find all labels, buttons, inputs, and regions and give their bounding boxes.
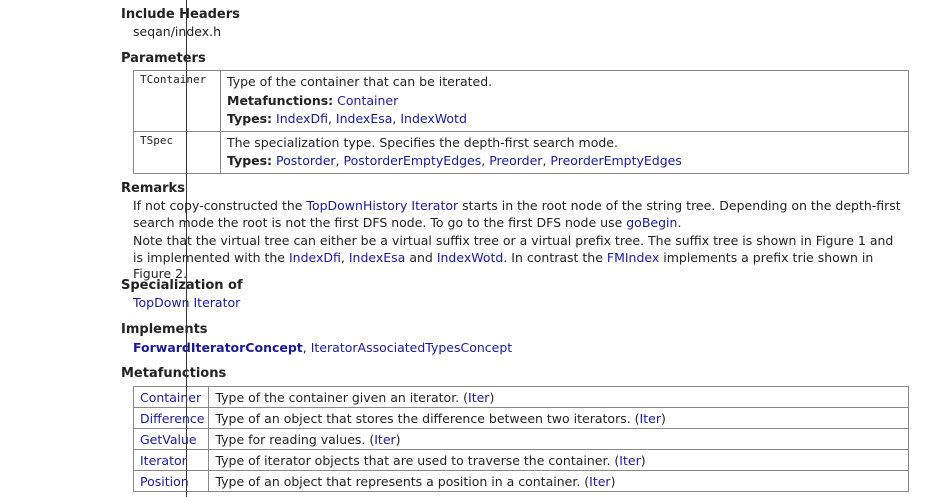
- remarks-paragraph-1: If not copy-constructed the TopDownHisto…: [133, 198, 903, 231]
- type-link-indexesa[interactable]: IndexEsa: [336, 111, 392, 126]
- metafunction-link-iterator[interactable]: Iterator: [140, 453, 187, 468]
- specialization-title: Specialization of: [121, 278, 243, 293]
- remarks-text: ,: [340, 249, 349, 265]
- metafunction-link-position[interactable]: Position: [140, 474, 189, 489]
- implements-separator: ,: [302, 340, 311, 355]
- implements-body: ForwardIteratorConcept, IteratorAssociat…: [133, 340, 512, 355]
- parameter-name: TSpec: [133, 130, 221, 174]
- metafunction-text: Type of the container given an iterator.…: [215, 389, 469, 405]
- iter-link[interactable]: Iter: [640, 411, 661, 426]
- metafunction-row: Position Type of an object that represen…: [132, 470, 909, 492]
- metafunctions-label: Metafunctions:: [227, 92, 334, 108]
- metafunction-description: Type of iterator objects that are used t…: [208, 449, 909, 471]
- metafunction-row: Iterator Type of iterator objects that a…: [132, 449, 909, 471]
- metafunction-row: Difference Type of an object that stores…: [132, 407, 909, 429]
- type-link-preorderemptyedges[interactable]: PreorderEmptyEdges: [550, 153, 681, 168]
- type-link-indexdfi[interactable]: IndexDfi: [276, 111, 328, 126]
- include-headers-title: Include Headers: [121, 7, 240, 22]
- parameter-description: The specialization type. Specifies the d…: [227, 134, 618, 150]
- metafunction-row: GetValue Type for reading values. (Iter): [132, 428, 909, 450]
- remarks-text: If not copy-constructed the: [133, 198, 307, 213]
- parameter-description-cell: The specialization type. Specifies the d…: [220, 130, 909, 174]
- metafunction-text: ): [395, 431, 401, 447]
- fmindex-link[interactable]: FMIndex: [607, 250, 659, 265]
- type-link-postorder[interactable]: Postorder: [276, 153, 336, 168]
- metafunction-text: Type of iterator objects that are used t…: [215, 452, 620, 468]
- parameters-table: TContainer Type of the container that ca…: [133, 70, 909, 174]
- parameter-metafunctions: Metafunctions: Container: [227, 92, 902, 111]
- metafunction-text: Type of an object that represents a posi…: [215, 473, 590, 489]
- remarks-paragraph-2: Note that the virtual tree can either be…: [133, 233, 903, 283]
- implements-title: Implements: [121, 322, 208, 337]
- type-link-indexwotd[interactable]: IndexWotd: [400, 111, 467, 126]
- parameter-types: Types: IndexDfi, IndexEsa, IndexWotd: [227, 111, 467, 126]
- metafunction-link-difference[interactable]: Difference: [140, 411, 204, 426]
- topdownhistory-iterator-link[interactable]: TopDownHistory Iterator: [306, 198, 458, 213]
- iter-link[interactable]: Iter: [374, 432, 395, 447]
- indexesa-link[interactable]: IndexEsa: [349, 250, 405, 265]
- metafunction-text: Type of an object that stores the differ…: [215, 410, 640, 426]
- iter-link[interactable]: Iter: [619, 453, 640, 468]
- iter-link[interactable]: Iter: [589, 474, 610, 489]
- parameter-name: TContainer: [133, 70, 221, 132]
- metafunction-text: Type for reading values. (: [215, 431, 375, 447]
- include-header-file: seqan/index.h: [133, 24, 222, 39]
- parameter-row-tspec: TSpec The specialization type. Specifies…: [133, 130, 909, 174]
- iter-link[interactable]: Iter: [468, 390, 489, 405]
- metafunction-description: Type of an object that stores the differ…: [208, 407, 909, 429]
- indexdfi-link[interactable]: IndexDfi: [289, 250, 341, 265]
- parameters-title: Parameters: [121, 51, 206, 66]
- metafunctions-title: Metafunctions: [121, 366, 227, 381]
- metafunction-text: ): [640, 452, 646, 468]
- vertical-guide-line: [186, 0, 187, 497]
- parameter-row-tcontainer: TContainer Type of the container that ca…: [133, 70, 909, 132]
- iterator-associated-types-concept-link[interactable]: IteratorAssociatedTypesConcept: [311, 340, 512, 355]
- metafunction-link-container[interactable]: Container: [337, 93, 398, 108]
- parameter-description: Type of the container that can be iterat…: [227, 74, 493, 89]
- remarks-title: Remarks: [121, 181, 185, 196]
- metafunction-description: Type of the container given an iterator.…: [208, 386, 909, 408]
- metafunctions-table: Container Type of the container given an…: [132, 386, 909, 492]
- parameter-types: Types: Postorder, PostorderEmptyEdges, P…: [227, 153, 682, 168]
- metafunction-text: ): [610, 473, 616, 489]
- type-link-postorderemptyedges[interactable]: PostorderEmptyEdges: [344, 153, 482, 168]
- indexwotd-link[interactable]: IndexWotd: [437, 250, 504, 265]
- types-label: Types:: [227, 111, 273, 126]
- remarks-text: . In contrast the: [503, 249, 607, 265]
- gobegin-link[interactable]: goBegin: [626, 215, 677, 230]
- parameter-description-cell: Type of the container that can be iterat…: [220, 70, 909, 132]
- remarks-text: .: [677, 214, 682, 230]
- forward-iterator-concept-link[interactable]: ForwardIteratorConcept: [133, 340, 303, 355]
- metafunction-description: Type for reading values. (Iter): [208, 428, 909, 450]
- metafunction-text: ): [660, 410, 666, 426]
- types-label: Types:: [227, 153, 273, 168]
- metafunction-link-getvalue[interactable]: GetValue: [140, 432, 197, 447]
- metafunction-row: Container Type of the container given an…: [132, 386, 909, 408]
- remarks-text: and: [405, 249, 437, 265]
- metafunction-text: ): [489, 389, 495, 405]
- type-link-preorder[interactable]: Preorder: [489, 153, 542, 168]
- metafunction-description: Type of an object that represents a posi…: [208, 470, 909, 492]
- metafunction-link-container[interactable]: Container: [140, 390, 201, 405]
